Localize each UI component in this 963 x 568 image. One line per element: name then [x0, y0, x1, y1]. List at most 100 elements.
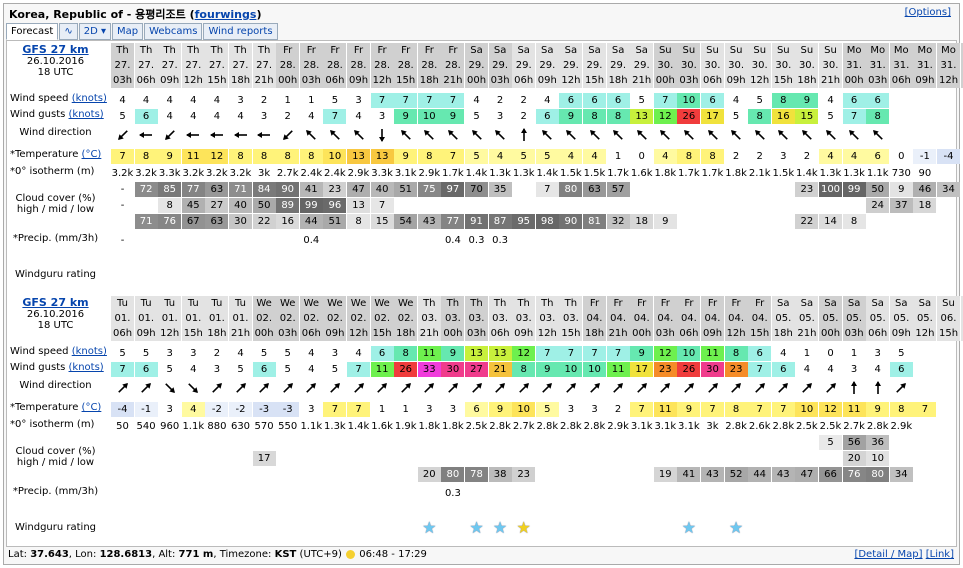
cloud-low-value: 71 — [134, 214, 158, 229]
wind-gust-value: 8 — [512, 362, 536, 377]
day-name: Fr — [448, 45, 458, 56]
day-date: 02. — [303, 313, 320, 324]
time-column-header: Su 30. 12h — [748, 43, 772, 88]
temperature-value: 7 — [913, 402, 937, 417]
day-date: 04. — [680, 313, 697, 324]
tab-wind-reports[interactable]: Wind reports — [203, 23, 278, 40]
temperature-value: 4 — [842, 149, 866, 164]
knots-link[interactable]: (knots) — [69, 362, 104, 373]
wind-gust-value: 26 — [677, 109, 701, 124]
celsius-link[interactable]: (°C) — [82, 149, 102, 160]
wind-direction-label: Wind direction — [7, 380, 104, 391]
wind-direction-arrow-icon — [536, 380, 559, 401]
day-name: Th — [493, 298, 507, 309]
model-link[interactable]: GFS 27 km — [7, 296, 104, 309]
link-link[interactable]: [Link] — [926, 549, 954, 560]
tab-forecast[interactable]: Forecast — [6, 23, 59, 40]
cloud-high-value: 70 — [465, 182, 488, 197]
wind-direction-arrow-icon — [323, 380, 346, 401]
cloud-low-value: 91 — [465, 214, 488, 229]
time-column-header: Th 27. 12h — [181, 43, 205, 88]
cloud-high-value: 23 — [795, 182, 819, 197]
rating-star-icon: ★ — [492, 518, 508, 537]
knots-link[interactable]: (knots) — [69, 109, 104, 120]
day-name: Su — [942, 298, 955, 309]
options-link[interactable]: [Options] — [905, 7, 951, 18]
wind-direction-arrow-icon — [111, 380, 134, 401]
cloud-low-value: 32 — [606, 214, 630, 229]
hour: 18h — [230, 75, 251, 86]
wind-direction-arrow-icon — [795, 127, 818, 148]
wind-direction-arrow-icon — [654, 380, 677, 401]
knots-link[interactable]: (knots) — [72, 93, 107, 104]
tab-2d[interactable]: 2D ▾ — [78, 23, 111, 40]
hour: 06h — [868, 328, 888, 339]
isotherm-value: 3.3k — [371, 168, 393, 179]
day-name: Sa — [824, 298, 837, 309]
wind-gust-value: 17 — [701, 109, 724, 124]
celsius-link[interactable]: (°C) — [82, 402, 102, 413]
hour: 06h — [136, 75, 156, 86]
cloud-low-value: 38 — [488, 467, 512, 482]
day-date: 02. — [350, 313, 367, 324]
day-name: Th — [210, 45, 224, 56]
wind-direction-arrow-icon — [795, 380, 818, 401]
tab-webcams[interactable]: Webcams — [144, 23, 203, 40]
time-column-header: Sa 29. 00h — [465, 43, 488, 88]
wind-direction-arrow-icon — [607, 127, 630, 148]
time-column-header: Sa 05. 21h — [795, 296, 819, 341]
wind-direction-arrow-icon — [441, 127, 464, 148]
day-date: 05. — [893, 313, 910, 324]
model-link[interactable]: GFS 27 km — [7, 43, 104, 56]
day-date: 31. — [916, 60, 933, 71]
day-name: Th — [187, 45, 200, 56]
precip-value: 0.4 — [444, 235, 461, 246]
isotherm-value: 90 — [918, 168, 932, 179]
wind-gust-value: 5 — [732, 111, 740, 122]
time-column-header: We 02. 06h — [299, 296, 323, 341]
precip-label: *Precip. (mm/3h) — [7, 486, 104, 497]
time-column-header: Su 30. 15h — [771, 43, 795, 88]
time-column-header: Sa 05. 12h — [913, 296, 937, 341]
cloud-mid-value: 99 — [299, 198, 323, 213]
tab-bar: Forecast ∿ 2D ▾ Map Webcams Wind reports — [6, 23, 278, 40]
temperature-value: 3 — [567, 404, 575, 415]
knots-link[interactable]: (knots) — [72, 346, 107, 357]
wind-speed-value: 7 — [535, 346, 559, 361]
time-column-header: Fr 28. 03h — [299, 43, 323, 88]
cloud-high-value: 47 — [347, 182, 370, 197]
temperature-value: 4 — [181, 402, 205, 417]
day-date: 30. — [798, 60, 815, 71]
wind-speed-value: 11 — [701, 346, 724, 361]
time-column-header: Tu 01. 09h — [134, 296, 158, 341]
cloud-low-value: 90 — [559, 214, 583, 229]
cloud-low-value: 80 — [866, 467, 890, 482]
temperature-value: 8 — [677, 149, 701, 164]
day-date: 29. — [610, 60, 627, 71]
cloud-high-value: 5 — [819, 435, 842, 450]
isotherm-value: 2.8k — [536, 421, 559, 432]
day-date: 27. — [256, 60, 273, 71]
tab-graph[interactable]: ∿ — [59, 23, 78, 40]
wind-gust-value: 12 — [653, 109, 677, 124]
isotherm-value: 2.7k — [276, 168, 299, 179]
time-column-header: We 02. 12h — [347, 296, 370, 341]
user-link[interactable]: fourwings — [195, 8, 257, 21]
wind-speed-value: 7 — [653, 93, 677, 108]
day-name: Fr — [377, 45, 387, 56]
day-date: 02. — [397, 313, 414, 324]
tab-map[interactable]: Map — [111, 23, 144, 40]
day-name: Th — [446, 298, 460, 309]
temperature-value: 8 — [229, 149, 252, 164]
cloud-low-value: 22 — [795, 214, 819, 229]
day-date: 02. — [279, 313, 296, 324]
wind-speed-value: 6 — [866, 93, 890, 108]
cloud-low-value: 51 — [323, 214, 347, 229]
wind-direction-arrow-icon — [489, 127, 512, 148]
detail-map-link[interactable]: [Detail / Map] — [854, 549, 922, 560]
temperature-value: 4 — [583, 149, 606, 164]
wind-direction-arrow-icon — [276, 380, 299, 401]
cloud-mid-value: 89 — [276, 198, 300, 213]
wind-speed-value: 1 — [308, 95, 315, 106]
time-column-header: Sa 05. 06h — [866, 296, 890, 341]
